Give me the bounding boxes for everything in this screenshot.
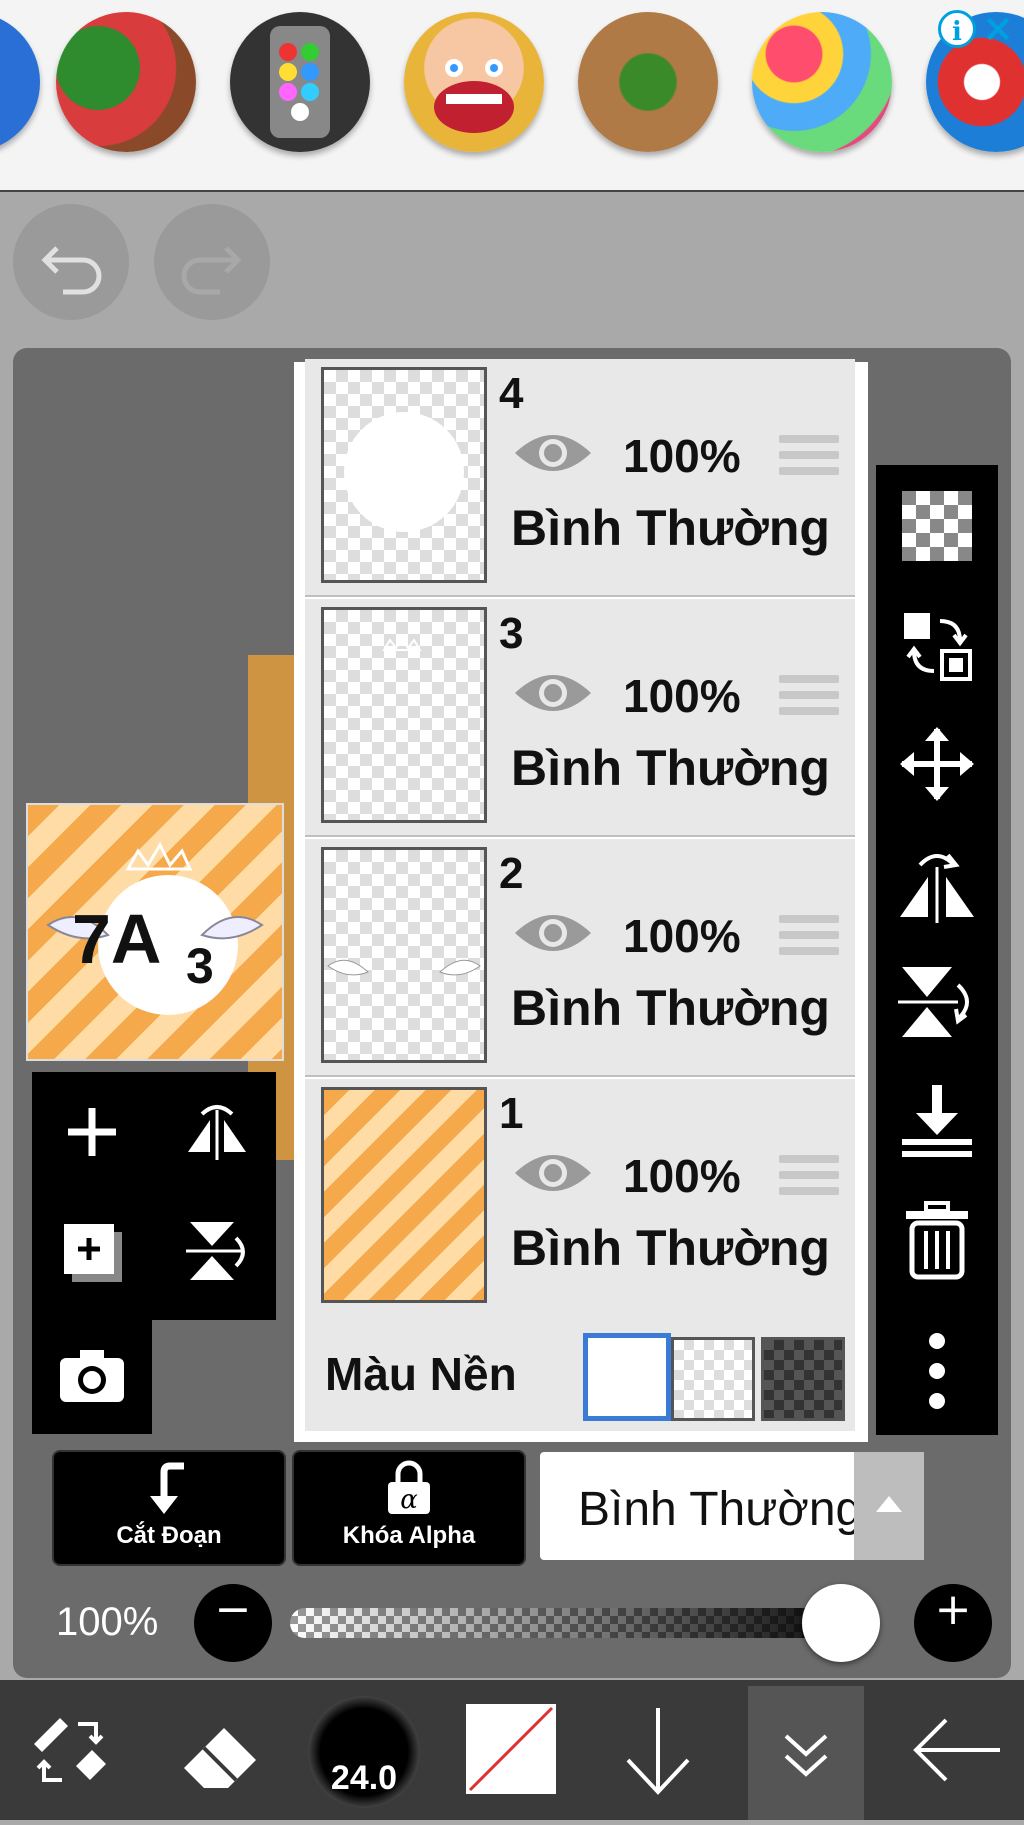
drag-handle-icon[interactable] [779, 435, 839, 483]
swap-layers-icon[interactable] [896, 605, 978, 687]
alpha-lock-icon: α [388, 1460, 430, 1515]
layer-number: 3 [499, 609, 524, 658]
layer-row-1[interactable]: 1 100% Bình Thường [305, 1079, 855, 1317]
layer-row-2[interactable]: 2 100% Bình Thường [305, 839, 855, 1077]
ad-banner[interactable]: i × [0, 0, 1024, 192]
frog-game-icon[interactable] [578, 12, 718, 152]
collapse-panel-button[interactable] [748, 1686, 864, 1820]
layer-number: 1 [499, 1089, 524, 1138]
layer-row-3[interactable]: 3 100% Bình Thường [305, 599, 855, 837]
layer-row-4[interactable]: 4 100% Bình Thường [305, 359, 855, 597]
mouth-icon [434, 59, 514, 133]
layer-number: 4 [499, 369, 524, 418]
blend-mode-dropdown[interactable]: Bình Thường [540, 1452, 924, 1560]
clip-arrow-icon [150, 1462, 184, 1514]
opacity-value-label: 100% [56, 1600, 159, 1644]
clipping-button[interactable]: Cắt Đoạn [52, 1450, 286, 1566]
background-color-label: Màu Nền [325, 1348, 517, 1400]
transparency-checker-icon[interactable] [896, 485, 978, 567]
flip-horizontal-icon[interactable] [182, 1100, 252, 1164]
brush-size-button[interactable]: 24.0 [308, 1696, 420, 1808]
svg-text:7A: 7A [72, 900, 161, 978]
blend-mode-value: Bình Thường [578, 1483, 863, 1536]
brush-size-value: 24.0 [330, 1759, 398, 1797]
svg-text:α: α [400, 1485, 418, 1515]
more-options-icon[interactable] [896, 1331, 978, 1413]
duplicate-layer-icon[interactable] [60, 1220, 126, 1286]
ball-tube-icon [270, 26, 330, 138]
back-arrow-icon[interactable] [906, 1710, 1006, 1790]
dentist-game-icon[interactable] [404, 12, 544, 152]
alpha-lock-button[interactable]: α Khóa Alpha [292, 1450, 526, 1566]
canvas-preview[interactable]: 7A 3 [26, 803, 284, 1061]
dropdown-arrow-icon[interactable] [854, 1452, 924, 1560]
add-layer-icon[interactable] [62, 1102, 122, 1162]
left-layer-tools-camera [32, 1316, 152, 1434]
ad-info-icon[interactable]: i [938, 10, 976, 48]
eraser-icon[interactable] [176, 1710, 266, 1794]
visibility-eye-icon[interactable] [511, 665, 595, 721]
layer-blend-mode: Bình Thường [511, 740, 830, 796]
drag-handle-icon[interactable] [779, 675, 839, 723]
ad-partial-game-icon[interactable] [0, 12, 40, 152]
drag-handle-icon[interactable] [779, 1155, 839, 1203]
background-transparent-light-swatch[interactable] [671, 1337, 755, 1421]
watermelon-game-icon[interactable] [56, 12, 196, 152]
opacity-decrease-button[interactable]: − [194, 1584, 272, 1662]
flip-vertical-icon[interactable] [184, 1216, 250, 1286]
layer-2-thumbnail [321, 847, 487, 1063]
svg-text:3: 3 [186, 938, 214, 994]
redo-button[interactable] [154, 204, 270, 320]
drag-handle-icon[interactable] [779, 915, 839, 963]
redo-icon [181, 246, 242, 295]
background-color-row: Màu Nền [305, 1313, 855, 1431]
opacity-increase-button[interactable]: + [914, 1584, 992, 1662]
layer-blend-mode: Bình Thường [511, 980, 830, 1036]
chevron-double-down-icon [784, 1734, 828, 1777]
layers-list[interactable]: 4 100% Bình Thường 3 100% Bình Thường 2 [294, 359, 868, 1442]
bottom-toolbar: 24.0 [0, 1680, 1024, 1820]
ad-close-icon[interactable]: × [978, 8, 1018, 48]
bubble-game-icon[interactable] [752, 12, 892, 152]
move-arrows-icon[interactable] [896, 723, 978, 805]
layer-opacity: 100% [623, 670, 741, 722]
visibility-eye-icon[interactable] [511, 425, 595, 481]
layer-1-thumbnail [321, 1087, 487, 1303]
right-layer-tools [876, 465, 998, 1435]
background-transparent-dark-swatch[interactable] [761, 1337, 845, 1421]
flip-vertical-icon[interactable] [896, 961, 978, 1043]
layer-3-thumbnail [321, 607, 487, 823]
ball-sort-game-icon[interactable] [230, 12, 370, 152]
flip-horizontal-icon[interactable] [896, 843, 978, 925]
white-circle-thumb [344, 412, 464, 532]
camera-icon[interactable] [58, 1348, 126, 1404]
alpha-lock-label: Khóa Alpha [342, 1522, 476, 1549]
trash-icon[interactable] [896, 1199, 978, 1281]
layer-blend-mode: Bình Thường [511, 500, 830, 556]
opacity-slider-thumb[interactable] [802, 1584, 880, 1662]
undo-icon [41, 246, 102, 295]
merge-down-icon[interactable] [896, 1079, 978, 1161]
wings-thumb [327, 959, 481, 976]
left-layer-tools [32, 1072, 276, 1320]
no-color-slash-icon [468, 1706, 554, 1792]
layer-number: 2 [499, 849, 524, 898]
undo-button[interactable] [13, 204, 129, 320]
layer-4-thumbnail [321, 367, 487, 583]
arrow-down-icon[interactable] [618, 1704, 698, 1800]
opacity-slider-track[interactable] [290, 1608, 870, 1638]
artwork-preview-image: 7A 3 [46, 841, 264, 1015]
switch-brush-eraser-icon[interactable] [26, 1710, 116, 1794]
layer-opacity: 100% [623, 910, 741, 962]
color-swatch-button[interactable] [466, 1704, 556, 1794]
layer-opacity: 100% [623, 430, 741, 482]
visibility-eye-icon[interactable] [511, 905, 595, 961]
layer-blend-mode: Bình Thường [511, 1220, 830, 1276]
crown-thumb [382, 633, 422, 651]
clipping-label: Cắt Đoạn [116, 1522, 222, 1549]
layer-opacity: 100% [623, 1150, 741, 1202]
visibility-eye-icon[interactable] [511, 1145, 595, 1201]
background-white-swatch[interactable] [583, 1333, 671, 1421]
